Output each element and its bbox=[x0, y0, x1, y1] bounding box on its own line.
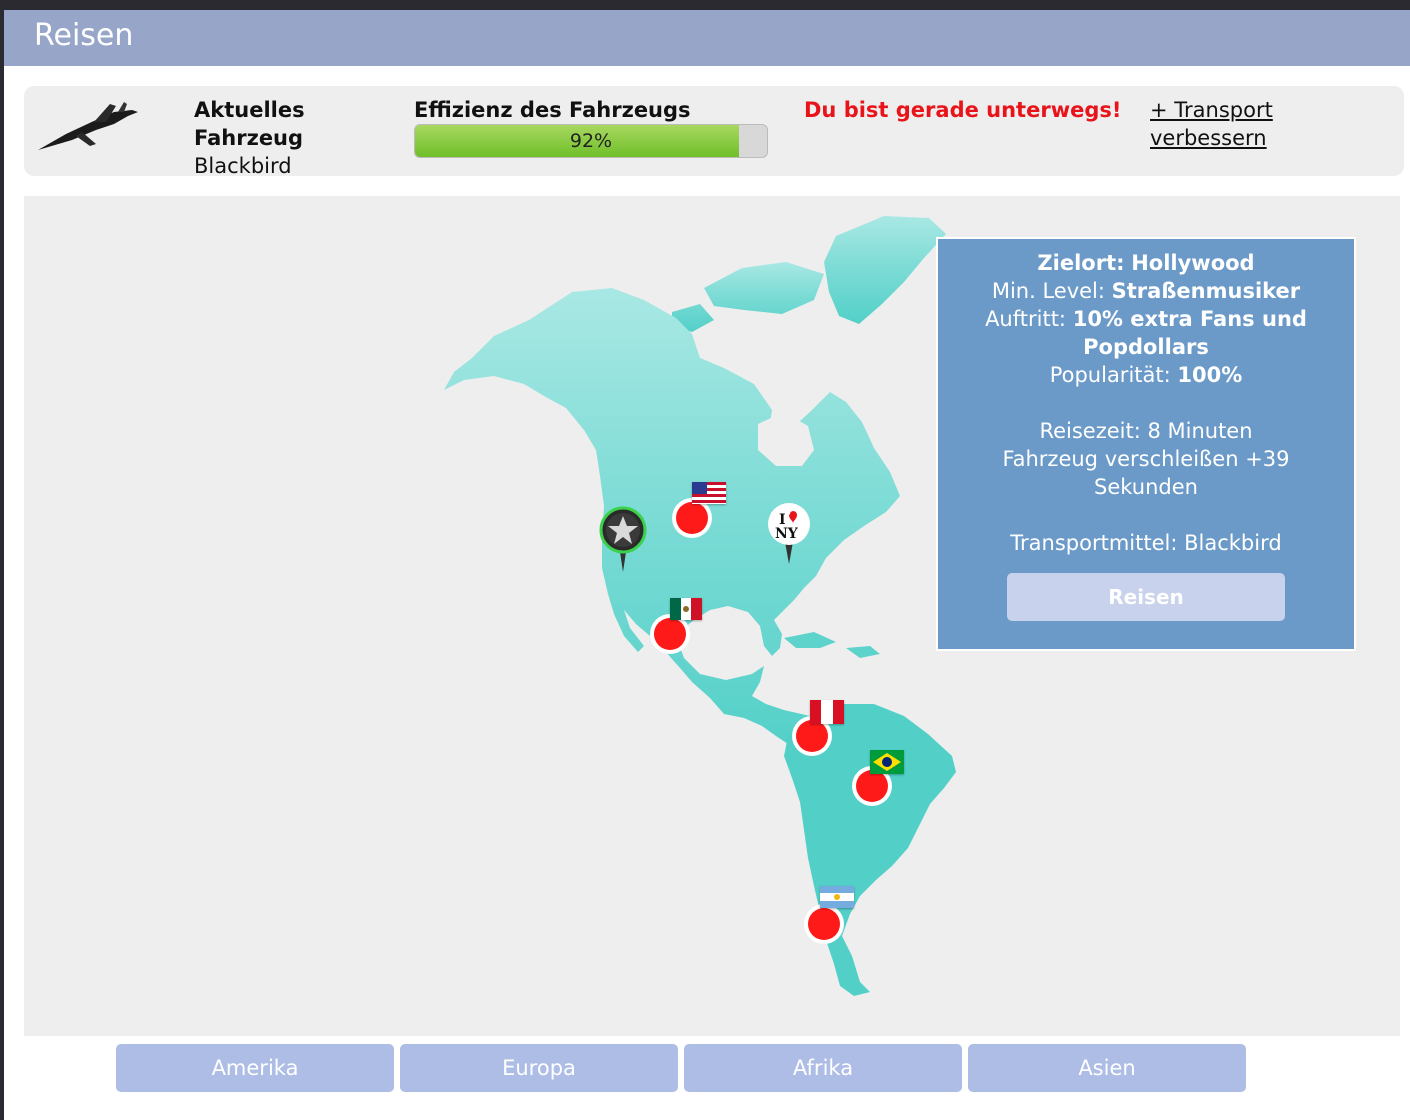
greenland-shape bbox=[824, 216, 946, 324]
efficiency-progress-bar: 92% bbox=[414, 124, 768, 158]
argentina-flag-icon bbox=[820, 886, 854, 908]
current-vehicle-name: Blackbird bbox=[194, 154, 292, 178]
tab-asien[interactable]: Asien bbox=[968, 1044, 1246, 1092]
destination-transport: Transportmittel: Blackbird bbox=[1010, 531, 1282, 555]
destination-name: Hollywood bbox=[1131, 251, 1255, 275]
destination-gig: Auftritt: 10% extra Fans und Popdollars bbox=[985, 307, 1307, 359]
travel-window: Reisen Aktuelles Fahrzeug Blackbird Effi… bbox=[4, 10, 1410, 1120]
efficiency-value: 92% bbox=[569, 130, 613, 152]
tab-amerika[interactable]: Amerika bbox=[116, 1044, 394, 1092]
destination-popularity: Popularität: 100% bbox=[1049, 363, 1243, 387]
window-title: Reisen bbox=[34, 18, 134, 53]
map-pin-hollywood[interactable] bbox=[598, 506, 648, 572]
svg-text:NY: NY bbox=[775, 526, 799, 542]
usa-flag-icon bbox=[692, 482, 726, 504]
vehicle-info-bar: Aktuelles Fahrzeug Blackbird Effizienz d… bbox=[24, 86, 1404, 178]
title-bar: Reisen bbox=[4, 10, 1410, 66]
map-pin-new-york[interactable]: I NY bbox=[766, 502, 816, 572]
destination-travel-time: Reisezeit: 8 Minuten bbox=[1039, 419, 1253, 443]
arctic-islands-shape bbox=[672, 262, 824, 332]
efficiency-label: Effizienz des Fahrzeugs bbox=[414, 98, 691, 122]
tab-afrika[interactable]: Afrika bbox=[684, 1044, 962, 1092]
travel-status-message: Du bist gerade unterwegs! bbox=[804, 98, 1122, 122]
tab-europa[interactable]: Europa bbox=[400, 1044, 678, 1092]
peru-flag-icon bbox=[810, 700, 844, 724]
mexico-flag-icon bbox=[670, 598, 702, 620]
current-vehicle-label: Aktuelles Fahrzeug bbox=[194, 98, 305, 150]
caribbean-islands-shape bbox=[784, 632, 880, 658]
hollywood-star-icon bbox=[599, 506, 647, 572]
i-love-ny-icon: I NY bbox=[768, 503, 810, 564]
upgrade-transport-link[interactable]: + Transport verbessern bbox=[1150, 96, 1310, 152]
destination-info-panel: Zielort: Hollywood Min. Level: Straßenmu… bbox=[936, 237, 1356, 651]
destination-vehicle-wear: Fahrzeug verschleißen +39 Sekunden bbox=[1002, 447, 1290, 499]
destination-min-level: Min. Level: Straßenmusiker bbox=[991, 279, 1301, 303]
destination-heading: Zielort: Hollywood bbox=[1037, 251, 1255, 275]
blackbird-plane-icon bbox=[38, 102, 138, 150]
brazil-flag-icon bbox=[870, 750, 904, 774]
travel-button[interactable]: Reisen bbox=[1007, 573, 1285, 621]
